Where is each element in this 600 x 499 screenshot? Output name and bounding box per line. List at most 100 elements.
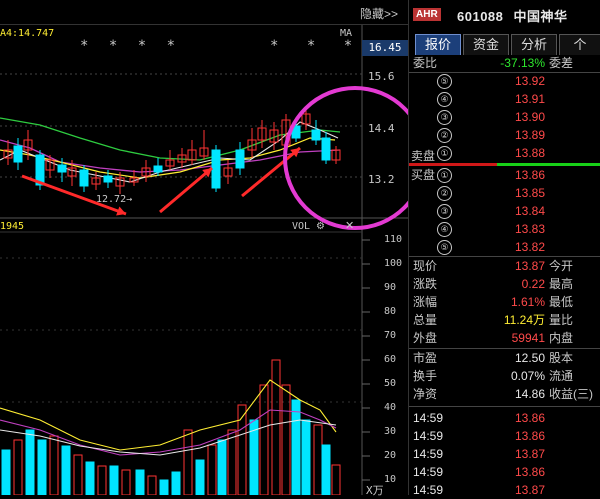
stars-right: * * *: [270, 38, 363, 54]
volume-tick: 110: [384, 234, 403, 245]
volume-tick: 10: [384, 474, 397, 485]
bid-row[interactable]: ⑤ 13.82: [409, 239, 600, 256]
stat-row: 换手 0.07% 流通: [409, 368, 600, 385]
stat-value: 14.86: [514, 387, 545, 401]
volume-bar: [73, 454, 83, 495]
stat-label-right: 量比: [549, 313, 574, 327]
ask-level: ①: [437, 146, 452, 161]
volume-tick: 80: [384, 306, 397, 317]
candle-body: [321, 137, 331, 161]
candle-body: [235, 149, 245, 169]
candle-body: [13, 145, 23, 163]
volume-bar: [1, 449, 11, 495]
tick-time: 14:59: [413, 447, 444, 461]
stat-label-right: 股本: [549, 351, 574, 365]
quote-panel: AHR 601088 中国神华 报价 资金 分析 个 委比 -37.13% 委差…: [408, 0, 600, 497]
volume-label-left: 1945: [0, 221, 25, 232]
tick-price: 13.87: [514, 483, 545, 497]
volume-bar: [13, 439, 23, 495]
volume-bar: [61, 445, 71, 495]
ask-row[interactable]: ④ 13.91: [409, 91, 600, 108]
ask-row[interactable]: ① 13.88: [409, 145, 600, 162]
volume-tick: 20: [384, 450, 397, 461]
stat-label: 涨跌: [413, 277, 438, 291]
stat-label-right: 流通: [549, 369, 574, 383]
tab-analysis[interactable]: 分析: [511, 34, 557, 55]
tick-row[interactable]: 14:59 13.86: [409, 464, 600, 481]
volume-tick: 90: [384, 282, 397, 293]
stat-value: 11.24万: [503, 313, 545, 327]
stat-label: 净资: [413, 387, 438, 401]
volume-bar: [313, 424, 323, 495]
bid-price: 13.85: [514, 186, 545, 200]
stat-value: 59941: [511, 331, 545, 345]
ask-price: 13.91: [514, 92, 545, 106]
volume-bar: [271, 359, 281, 495]
volume-bar: [195, 459, 205, 495]
stat-label-right: 收益(三): [549, 387, 593, 401]
volume-bar: [37, 439, 47, 495]
bid-level: ④: [437, 222, 452, 237]
divider: [409, 406, 600, 407]
tick-price: 13.86: [514, 465, 545, 479]
stat-row: 总量 11.24万 量比: [409, 312, 600, 329]
webi-row: 委比 -37.13% 委差: [409, 55, 600, 72]
volume-bar: [135, 469, 145, 495]
stat-label-right: 最高: [549, 277, 574, 291]
kline-chart-canvas[interactable]: [0, 0, 408, 495]
stat-row: 市盈 12.50 股本: [409, 350, 600, 367]
bid-row[interactable]: ④ 13.83: [409, 221, 600, 238]
stock-name: 中国神华: [513, 9, 568, 24]
bid-row[interactable]: ③ 13.84: [409, 203, 600, 220]
tab-individual[interactable]: 个: [559, 34, 600, 55]
bid-row[interactable]: ② 13.85: [409, 185, 600, 202]
candle-body: [79, 169, 89, 187]
volume-bar: [171, 471, 181, 495]
tick-row[interactable]: 14:59 13.87: [409, 446, 600, 463]
webi-label: 委比: [413, 56, 438, 70]
tick-row[interactable]: 14:59 13.86: [409, 428, 600, 445]
volume-tick: 40: [384, 402, 397, 413]
volume-label-right: VOL: [292, 221, 311, 232]
bid-level: ①: [437, 168, 452, 183]
candle-body: [311, 129, 321, 141]
kline-chart-area[interactable]: 隐藏>> A4:14.747 MA * * * * * * * 16.45 15…: [0, 0, 408, 497]
bid-level: ⑤: [437, 240, 452, 255]
ask-price: 13.90: [514, 110, 545, 124]
stat-label: 涨幅: [413, 295, 438, 309]
bid-price: 13.84: [514, 204, 545, 218]
ask-row[interactable]: ② 13.89: [409, 127, 600, 144]
price-tick-15-6: 15.6: [368, 70, 395, 83]
volume-close-icon[interactable]: ✕: [345, 219, 354, 232]
stat-label: 现价: [413, 259, 438, 273]
tick-time: 14:59: [413, 429, 444, 443]
ahr-badge[interactable]: AHR: [413, 8, 441, 21]
current-price-tag: 16.45: [362, 40, 408, 56]
candle-body: [57, 164, 67, 173]
webi-value: -37.13%: [500, 56, 545, 70]
price-tick-13-2: 13.2: [368, 173, 395, 186]
volume-bar: [85, 461, 95, 495]
ask-level: ⑤: [437, 74, 452, 89]
volume-bar: [183, 429, 193, 495]
tab-funds[interactable]: 资金: [463, 34, 509, 55]
stars-left: * * * *: [80, 38, 182, 54]
bid-level: ③: [437, 204, 452, 219]
tick-row[interactable]: 14:59 13.86: [409, 410, 600, 427]
ask-row[interactable]: ⑤ 13.92: [409, 73, 600, 90]
volume-bar: [207, 444, 217, 495]
weicha-label: 委差: [549, 56, 574, 70]
tick-row[interactable]: 14:59 13.87: [409, 482, 600, 499]
volume-bar: [227, 429, 237, 495]
highlight-circle: [283, 86, 408, 230]
bid-price: 13.82: [514, 240, 545, 254]
bid-row[interactable]: ① 13.86: [409, 167, 600, 184]
low-price-annotation: 12.72→: [96, 194, 133, 205]
volume-bar: [147, 475, 157, 495]
ask-row[interactable]: ③ 13.90: [409, 109, 600, 126]
volume-bar: [121, 469, 131, 495]
volume-settings-icon[interactable]: ⚙: [316, 221, 325, 232]
tab-quote[interactable]: 报价: [415, 34, 461, 55]
candle-body: [211, 149, 221, 189]
hide-panel-button[interactable]: 隐藏>>: [360, 5, 398, 22]
